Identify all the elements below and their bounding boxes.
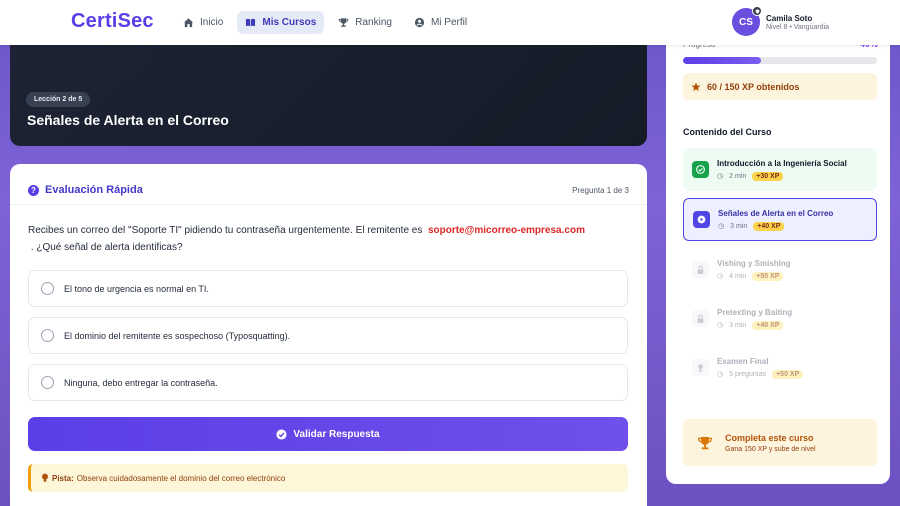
divider <box>10 204 647 205</box>
nav-item-mi-perfil[interactable]: Mi Perfil <box>406 11 475 34</box>
question-icon: ? <box>28 184 39 196</box>
lock-icon <box>692 310 709 327</box>
nav-label: Inicio <box>200 17 224 28</box>
validate-label: Validar Respuesta <box>293 428 380 440</box>
xp-badge: +30 XP <box>752 171 784 181</box>
lesson-time: 4 min <box>729 272 747 280</box>
answer-option-2[interactable]: El dominio del remitente es sospechoso (… <box>28 317 628 354</box>
complete-title: Completa este curso <box>725 432 814 443</box>
check-circle-icon <box>276 428 287 440</box>
answer-option-1[interactable]: El tono de urgencia es normal en TI. <box>28 270 628 307</box>
complete-course-banner: Completa este curso Gana 150 XP y sube d… <box>683 419 877 466</box>
nav-label: Ranking <box>355 17 392 28</box>
xp-badge: +40 XP <box>753 221 785 231</box>
xp-badge: +50 XP <box>752 271 784 281</box>
lesson-name: Señales de Alerta en el Correo <box>718 208 834 218</box>
lesson-item-3[interactable]: Vishing y Smishing ◷ 4 min +50 XP <box>683 248 877 291</box>
quiz-header: ? Evaluación Rápida <box>28 184 143 196</box>
top-navbar: CertiSec Inicio Mis Cursos Ranking Mi Pe… <box>0 0 900 45</box>
lesson-hero: Lección 2 de 5 Señales de Alerta en el C… <box>10 30 647 146</box>
hint-label: Pista: <box>52 473 74 483</box>
xp-summary: 60 / 150 XP obtenidos <box>683 73 877 100</box>
lesson-number-pill: Lección 2 de 5 <box>26 92 91 107</box>
avatar[interactable]: CS <box>732 6 762 36</box>
hint-box: Pista: Observa cuidadosamente el dominio… <box>28 464 628 492</box>
nav-item-ranking[interactable]: Ranking <box>330 11 400 34</box>
lesson-time: 3 min <box>729 321 747 329</box>
app-logo[interactable]: CertiSec <box>71 10 154 33</box>
clock-icon: ◷ <box>717 173 724 180</box>
main-nav: Inicio Mis Cursos Ranking Mi Perfil <box>175 11 475 34</box>
xp-text: 60 / 150 XP obtenidos <box>707 81 800 92</box>
xp-badge: +40 XP <box>752 320 784 330</box>
option-label: Ninguna, debo entregar la contraseña. <box>64 377 218 388</box>
answer-option-3[interactable]: Ninguna, debo entregar la contraseña. <box>28 364 628 401</box>
nav-item-mis-cursos[interactable]: Mis Cursos <box>237 11 325 34</box>
book-icon <box>246 18 256 27</box>
lesson-time: 3 min <box>730 222 748 230</box>
question-text: Recibes un correo del "Soporte TI" pidie… <box>28 225 585 253</box>
trophy-icon <box>692 359 709 376</box>
quiz-title: Evaluación Rápida <box>45 184 143 196</box>
lightbulb-icon <box>42 473 48 482</box>
user-name: Camila Soto <box>766 13 813 23</box>
quiz-card: ? Evaluación Rápida Pregunta 1 de 3 Reci… <box>10 164 647 506</box>
user-icon <box>414 17 425 28</box>
hint-text: Observa cuidadosamente el dominio del co… <box>76 473 286 483</box>
lesson-name: Vishing y Smishing <box>717 258 791 268</box>
nav-item-inicio[interactable]: Inicio <box>175 11 231 34</box>
lesson-name: Pretexting y Baiting <box>717 307 793 317</box>
course-sidebar: Progreso 40% 60 / 150 XP obtenidos Conte… <box>666 30 890 484</box>
user-menu[interactable]: CS Camila Soto Nivel 8 • Vanguardia <box>732 6 830 36</box>
lesson-time: 5 preguntas <box>729 370 767 378</box>
xp-badge: +50 XP <box>772 369 804 379</box>
option-label: El tono de urgencia es normal en TI. <box>64 283 209 294</box>
clock-icon: ◷ <box>717 273 724 280</box>
radio-button[interactable] <box>41 282 54 295</box>
clock-icon: ◷ <box>718 223 725 230</box>
play-icon <box>693 211 710 228</box>
trophy-icon <box>338 18 349 27</box>
star-icon <box>691 82 701 91</box>
lesson-item-1[interactable]: Introducción a la Ingeniería Social ◷ 2 m… <box>683 148 877 191</box>
home-icon <box>183 18 194 28</box>
lesson-name: Introducción a la Ingeniería Social <box>717 158 847 168</box>
complete-subtitle: Gana 150 XP y sube de nivel <box>725 445 816 453</box>
validate-answer-button[interactable]: Validar Respuesta <box>28 417 628 451</box>
lock-icon <box>692 261 709 278</box>
question-counter: Pregunta 1 de 3 <box>572 186 629 195</box>
sender-email: soporte@micorreo-empresa.com <box>427 225 585 236</box>
lesson-item-4[interactable]: Pretexting y Baiting ◷ 3 min +40 XP <box>683 297 877 340</box>
clock-icon: ◷ <box>717 322 724 329</box>
user-level: Nivel 8 • Vanguardia <box>766 23 830 31</box>
avatar-initials: CS <box>739 16 753 28</box>
progress-bar <box>683 57 877 64</box>
check-icon <box>692 161 709 178</box>
lesson-title: Señales de Alerta en el Correo <box>27 112 229 128</box>
nav-label: Mi Perfil <box>430 17 468 28</box>
option-label: El dominio del remitente es sospechoso (… <box>64 330 291 341</box>
lesson-item-5[interactable]: Examen Final ◷ 5 preguntas +50 XP <box>683 346 877 389</box>
lesson-time: 2 min <box>729 172 747 180</box>
info-icon: ◷ <box>717 371 724 378</box>
trophy-icon <box>697 436 713 449</box>
lesson-name: Examen Final <box>717 356 769 366</box>
lesson-item-2[interactable]: Señales de Alerta en el Correo ◷ 3 min +40… <box>683 198 877 241</box>
radio-button[interactable] <box>41 376 54 389</box>
progress-fill <box>683 57 761 64</box>
course-content-title: Contenido del Curso <box>683 127 772 137</box>
radio-button[interactable] <box>41 329 54 342</box>
level-badge-icon <box>752 6 762 16</box>
nav-label: Mis Cursos <box>262 17 317 28</box>
